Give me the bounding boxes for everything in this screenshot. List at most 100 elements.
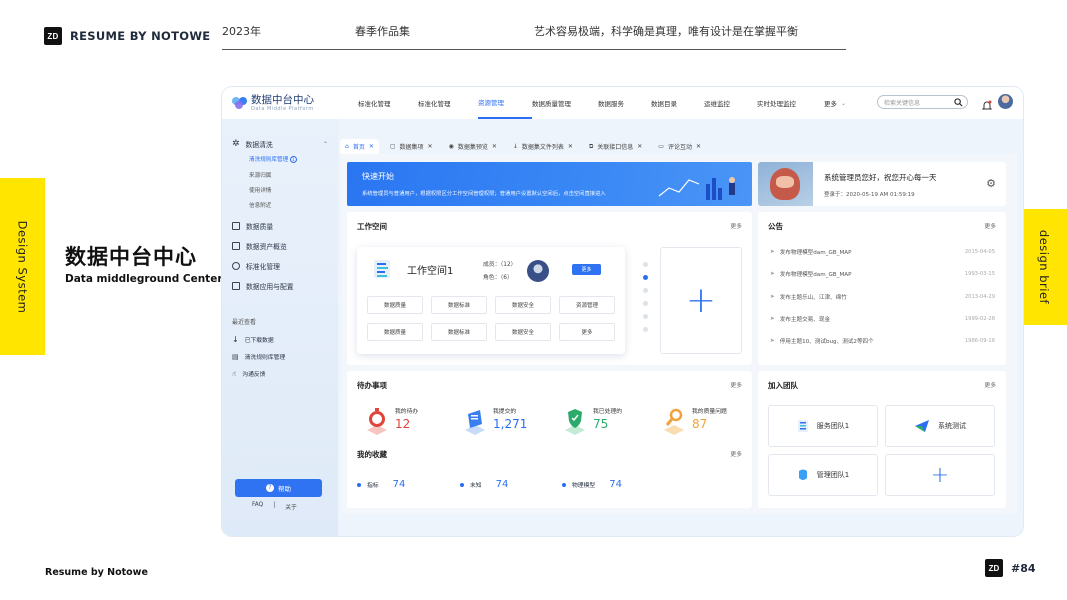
notice-item[interactable]: ➤ 发布主题乐山、江津、绵竹 2013-04-29 (770, 293, 995, 301)
service-team-icon (797, 420, 808, 432)
avatar[interactable] (998, 94, 1013, 109)
help-button[interactable]: ? 帮助 (235, 479, 322, 497)
faq-link[interactable]: FAQ (252, 502, 263, 511)
sidebar-sub[interactable]: 使用详情 (249, 186, 271, 194)
workspace-button[interactable]: 数据安全 (495, 323, 551, 341)
recent-item[interactable]: ▤ 清洗规则库管理 (232, 352, 285, 362)
nav-item[interactable]: 实时处理监控 (757, 87, 824, 119)
nav-item[interactable]: 标准化管理 (358, 87, 418, 119)
sidebar-sub[interactable]: 来源归属 (249, 171, 271, 179)
close-icon[interactable]: ✕ (492, 143, 497, 150)
tab-dataset[interactable]: ▢ 数据集项 ✕ (385, 139, 438, 154)
sidebar-sub[interactable]: 信息附近 (249, 201, 271, 209)
close-icon[interactable]: ✕ (637, 143, 642, 150)
quick-start-banner[interactable]: 快速开始 系统管理员与普通用户，根据权限区分工作空间管理权限；普通用户设置默认空… (347, 162, 752, 206)
todo-more-link[interactable]: 更多 (730, 380, 742, 389)
todo-item[interactable]: 我的质量问题 87 (662, 406, 727, 436)
workspace-button[interactable]: 数据标准 (431, 323, 487, 341)
pager-dot[interactable] (643, 327, 648, 332)
favorite-item[interactable]: 指标 74 (357, 479, 405, 490)
nav-item-active[interactable]: 资源管理 (478, 87, 532, 119)
team-more-link[interactable]: 更多 (984, 380, 996, 389)
add-workspace-plus-icon[interactable]: + (660, 247, 742, 354)
close-icon[interactable]: ✕ (696, 143, 701, 150)
settings-gear-icon[interactable]: ⚙ (986, 177, 996, 190)
nav-item[interactable]: 数据质量管理 (532, 87, 598, 119)
nav-item[interactable]: 运维监控 (704, 87, 757, 119)
home-icon: ⌂ (345, 143, 349, 150)
pager-dot[interactable] (643, 288, 648, 293)
todo-item[interactable]: 我提交的 1,271 (463, 406, 527, 436)
close-icon[interactable]: ✕ (568, 143, 573, 150)
notice-item[interactable]: ➤ 发布主题交易、现金 1999-02-28 (770, 315, 995, 323)
favorite-item[interactable]: 未知 74 (460, 479, 508, 490)
sidebar-item-standard[interactable]: 标准化管理 (232, 261, 280, 271)
search-input[interactable]: 检索关键信息 (877, 95, 968, 109)
nav-more[interactable]: 更多 ⌄ (824, 87, 846, 119)
assets-icon (232, 242, 240, 250)
favorites-more-link[interactable]: 更多 (730, 449, 742, 458)
notice-date: 2015-04-05 (964, 249, 995, 255)
sidebar-item-assets[interactable]: 数据资产概览 (232, 241, 287, 251)
team-title: 加入团队 (768, 381, 798, 390)
sidebar-item-config[interactable]: 数据应用与配置 (232, 281, 294, 291)
add-team-plus-icon[interactable]: + (885, 454, 995, 496)
notification-bell-icon[interactable] (981, 96, 993, 110)
header-collection: 春季作品集 (355, 25, 410, 38)
tab-home[interactable]: ⌂ 首页 ✕ (340, 139, 379, 154)
workspace-button[interactable]: 数据标准 (431, 296, 487, 314)
recent-item[interactable]: ↓ 已下载数据 (232, 335, 274, 344)
workspace-more-button[interactable]: 更多 (572, 264, 601, 275)
nav-item[interactable]: 标准化管理 (418, 87, 478, 119)
pager-dot-active[interactable] (643, 275, 648, 280)
workspace-button[interactable]: 数据质量 (367, 296, 423, 314)
team-item[interactable]: 服务团队1 (768, 405, 878, 447)
todo-value: 87 (692, 417, 708, 431)
nav-item[interactable]: 数据目录 (651, 87, 704, 119)
header-year: 2023年 (222, 25, 261, 38)
login-time: 登录于：2020-05-19 AM 01:59:19 (824, 192, 915, 198)
quality-search-icon (664, 408, 684, 435)
workspace-button[interactable]: 资源管理 (559, 296, 615, 314)
tab-preview[interactable]: ◉ 数据集预览 ✕ (444, 139, 502, 154)
favorite-item[interactable]: 物理模型 74 (562, 479, 622, 490)
pager-dot[interactable] (643, 262, 648, 267)
top-nav: 标准化管理 标准化管理 资源管理 数据质量管理 数据服务 数据目录 运维监控 实… (358, 87, 846, 119)
link-icon: ⧉ (588, 142, 594, 150)
close-icon[interactable]: ✕ (428, 143, 433, 150)
app-logo[interactable]: 数据中台中心 Data Middle Platform (232, 94, 358, 112)
sidebar-sub-active[interactable]: 清洗规则库管理 1 (249, 155, 297, 163)
search-icon[interactable] (954, 98, 963, 107)
workspace-item[interactable]: 工作空间1 成员：（12） 角色：（6） 更多 数据质量 数据标准 数据安全 资… (357, 247, 625, 354)
todo-item[interactable]: 我已处理的 75 (563, 406, 622, 436)
sidebar-item-cleaning[interactable]: ✲ 数据清洗 ⌃ (232, 139, 328, 149)
quality-icon (232, 222, 240, 230)
tab-comments[interactable]: ▭ 评论互动 ✕ (653, 139, 706, 154)
workspace-name: 工作空间1 (407, 266, 454, 277)
tab-filelist[interactable]: ↓ 数据集文件列表 ✕ (508, 139, 578, 154)
workspace-more-link[interactable]: 更多 (730, 221, 742, 230)
download-icon: ↓ (512, 143, 518, 150)
workspace-button[interactable]: 数据质量 (367, 323, 423, 341)
notice-text: 停用主题10、测试bug、测试2等四个 (779, 339, 874, 345)
pager-dot[interactable] (643, 301, 648, 306)
about-link[interactable]: 关于 (285, 502, 297, 511)
notice-more-link[interactable]: 更多 (984, 221, 996, 230)
sidebar-item-quality[interactable]: 数据质量 (232, 221, 273, 231)
notice-item[interactable]: ➤ 发布物理模型dam_GB_MAP 1993-03-15 (770, 270, 995, 278)
team-item[interactable]: 管理团队1 (768, 454, 878, 496)
todo-label: 我已处理的 (593, 409, 622, 415)
close-icon[interactable]: ✕ (369, 143, 374, 150)
team-item[interactable]: 系统测试 (885, 405, 995, 447)
pager-dot[interactable] (643, 314, 648, 319)
nav-item[interactable]: 数据服务 (598, 87, 651, 119)
recent-item[interactable]: ☝ 沟通反馈 (232, 369, 265, 379)
workspace-button[interactable]: 数据安全 (495, 296, 551, 314)
todo-item[interactable]: 我的待办 12 (365, 406, 418, 436)
workspace-button[interactable]: 更多 (559, 323, 615, 341)
bullet-dot (357, 482, 361, 487)
tab-interface[interactable]: ⧉ 关联接口信息 ✕ (584, 139, 647, 154)
notice-item[interactable]: ➤ 停用主题10、测试bug、测试2等四个 1986-09-16 (770, 337, 995, 345)
notice-item[interactable]: ➤ 发布物理模型dam_GB_MAP 2015-04-05 (770, 248, 995, 256)
send-icon: ➤ (770, 294, 775, 300)
